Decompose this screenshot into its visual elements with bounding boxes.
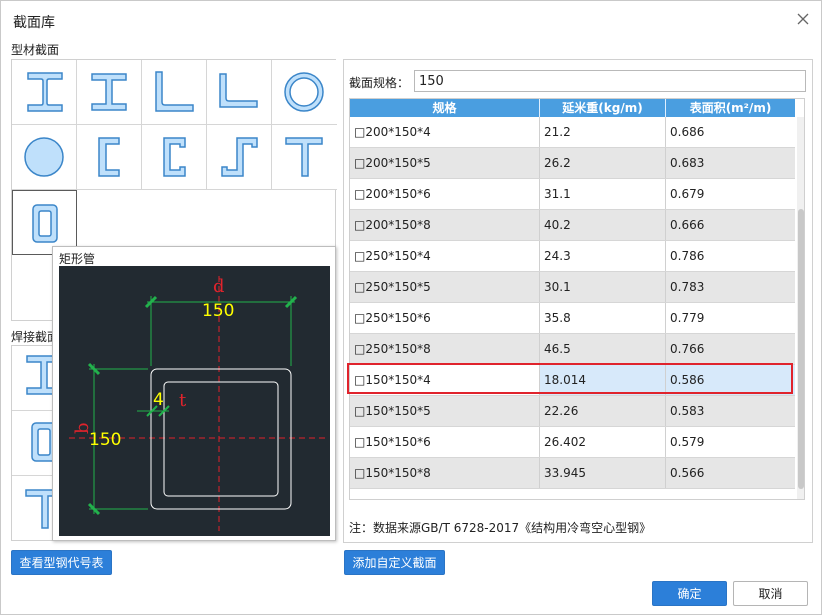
equal-angle-icon[interactable] xyxy=(142,60,207,125)
cell-spec: □200*150*6 xyxy=(350,179,540,209)
table-row[interactable]: □200*150*8 40.2 0.666 xyxy=(350,210,795,241)
table-row[interactable]: □250*150*4 24.3 0.786 xyxy=(350,241,795,272)
cell-weight: 26.402 xyxy=(540,427,666,457)
section-preview-popup: 矩形管 d 150 b 150 4 t xyxy=(52,246,336,541)
cell-weight: 40.2 xyxy=(540,210,666,240)
cell-area: 0.679 xyxy=(670,187,705,201)
data-source-note: 注：数据来源GB/T 6728-2017《结构用冷弯空心型钢》 xyxy=(349,521,652,535)
view-code-table-button[interactable]: 查看型钢代号表 xyxy=(11,550,112,575)
scrollbar-thumb[interactable] xyxy=(798,209,804,489)
unequal-angle-icon[interactable] xyxy=(207,60,272,125)
cell-spec: □200*150*8 xyxy=(350,210,540,240)
dim-d-label: d xyxy=(213,276,225,297)
z-section-icon[interactable] xyxy=(207,125,272,190)
cell-weight: 33.945 xyxy=(540,458,666,488)
dim-d-value: 150 xyxy=(202,301,235,321)
preview-title: 矩形管 xyxy=(59,252,96,266)
section-library-dialog: 截面库 型材截面 焊接截面 矩形管 d 150 b 150 4 t 查看型钢代号… xyxy=(0,0,822,615)
cell-area: 0.786 xyxy=(670,249,705,263)
cell-spec: □150*150*5 xyxy=(350,396,540,426)
cell-area: 0.683 xyxy=(670,156,705,170)
spec-label: 截面规格： xyxy=(349,76,410,90)
table-row[interactable]: □200*150*5 26.2 0.683 xyxy=(350,148,795,179)
cell-spec: □250*150*8 xyxy=(350,334,540,364)
shape-section-label: 型材截面 xyxy=(11,43,60,57)
cell-weight: 35.8 xyxy=(540,303,666,333)
table-row[interactable]: □200*150*6 31.1 0.679 xyxy=(350,179,795,210)
cell-area: 0.579 xyxy=(670,435,705,449)
table-row[interactable]: □150*150*6 26.402 0.579 xyxy=(350,427,795,458)
cell-weight: 21.2 xyxy=(540,117,666,147)
cell-spec: □200*150*5 xyxy=(350,148,540,178)
spec-input[interactable] xyxy=(414,70,806,92)
cell-weight: 31.1 xyxy=(540,179,666,209)
cell-spec: □250*150*5 xyxy=(350,272,540,302)
table-row[interactable]: □150*150*5 22.26 0.583 xyxy=(350,396,795,427)
i-beam-icon[interactable] xyxy=(12,60,77,125)
cell-spec: □250*150*6 xyxy=(350,303,540,333)
cell-weight: 46.5 xyxy=(540,334,666,364)
circular-tube-icon[interactable] xyxy=(272,60,337,125)
cell-spec: □250*150*4 xyxy=(350,241,540,271)
cell-spec: □200*150*4 xyxy=(350,117,540,147)
table-row[interactable]: □250*150*8 46.5 0.766 xyxy=(350,334,795,365)
cell-spec: □150*150*8 xyxy=(350,458,540,488)
ok-button[interactable]: 确定 xyxy=(652,581,727,606)
cell-area: 0.686 xyxy=(670,125,705,139)
preview-drawing: d 150 b 150 4 t xyxy=(59,266,330,536)
dim-t-value: 4 xyxy=(153,390,164,410)
selected-row-highlight xyxy=(347,363,793,394)
column-header-spec[interactable]: 规格 xyxy=(350,99,540,117)
spec-table: 规格 延米重(kg/m) 表面积(m²/m) □200*150*4 21.2 0.6… xyxy=(349,98,805,500)
dialog-title: 截面库 xyxy=(13,15,55,31)
t-section-icon[interactable] xyxy=(272,125,337,190)
close-icon[interactable] xyxy=(795,11,811,27)
table-row[interactable]: □150*150*8 33.945 0.566 xyxy=(350,458,795,489)
cell-area: 0.766 xyxy=(670,342,705,356)
h-section-icon[interactable] xyxy=(77,60,142,125)
column-header-area[interactable]: 表面积(m²/m) xyxy=(666,99,795,117)
cell-weight: 30.1 xyxy=(540,272,666,302)
column-header-weight[interactable]: 延米重(kg/m) xyxy=(540,99,666,117)
cell-area: 0.566 xyxy=(670,466,705,480)
cell-area: 0.783 xyxy=(670,280,705,294)
cancel-button[interactable]: 取消 xyxy=(733,581,808,606)
table-row[interactable]: □250*150*5 30.1 0.783 xyxy=(350,272,795,303)
cell-weight: 26.2 xyxy=(540,148,666,178)
table-row[interactable]: □250*150*6 35.8 0.779 xyxy=(350,303,795,334)
cell-area: 0.666 xyxy=(670,218,705,232)
round-bar-icon[interactable] xyxy=(12,125,77,190)
table-header: 规格 延米重(kg/m) 表面积(m²/m) xyxy=(350,99,795,117)
cell-area: 0.583 xyxy=(670,404,705,418)
dim-t-label: t xyxy=(179,390,187,411)
cell-weight: 22.26 xyxy=(540,396,666,426)
add-custom-section-button[interactable]: 添加自定义截面 xyxy=(344,550,445,575)
cell-weight: 24.3 xyxy=(540,241,666,271)
channel-icon[interactable] xyxy=(77,125,142,190)
cell-area: 0.779 xyxy=(670,311,705,325)
table-row[interactable]: □200*150*4 21.2 0.686 xyxy=(350,117,795,148)
table-scrollbar[interactable] xyxy=(797,117,804,499)
dim-b-value: 150 xyxy=(89,430,122,450)
lipped-channel-icon[interactable] xyxy=(142,125,207,190)
cell-spec: □150*150*6 xyxy=(350,427,540,457)
